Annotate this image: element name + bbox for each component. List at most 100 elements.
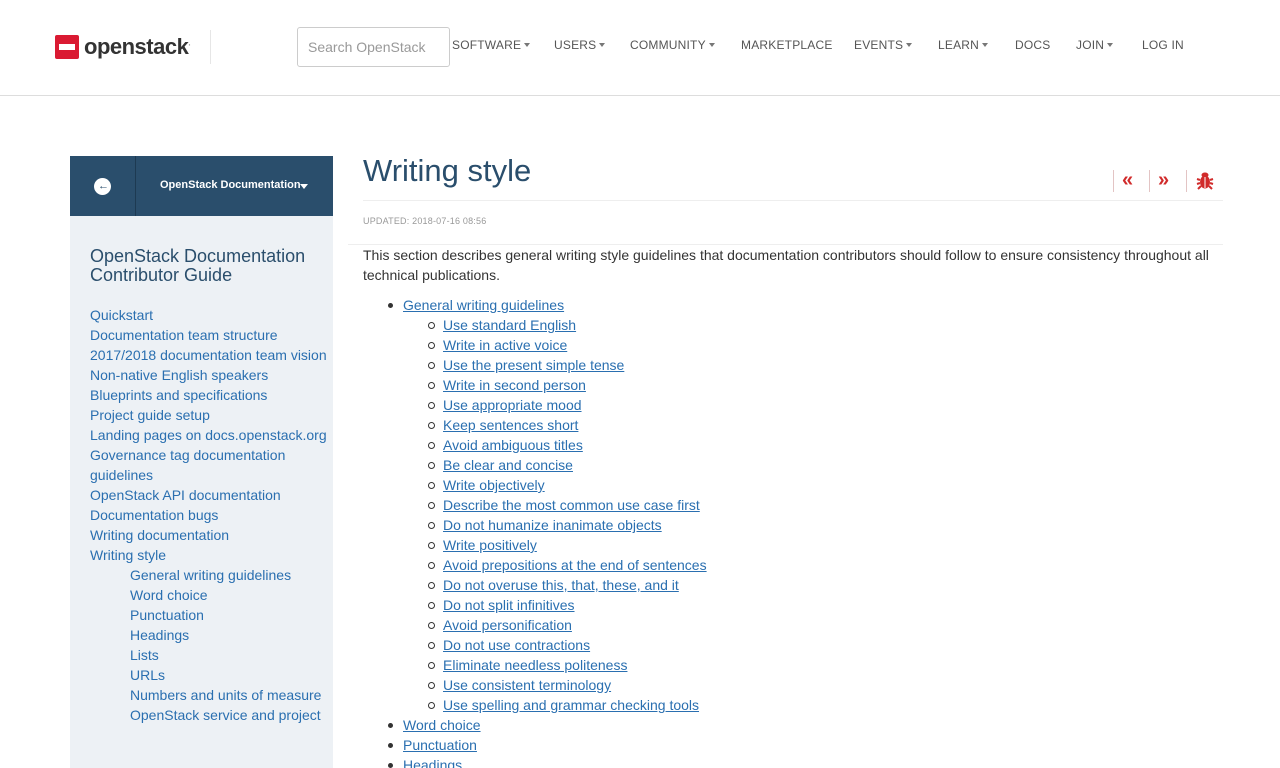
sidebar-item-non-native-speakers[interactable]: Non-native English speakers: [90, 365, 330, 385]
caret-down-icon: [708, 43, 715, 47]
nav-marketplace[interactable]: MARKETPLACE: [741, 38, 833, 52]
logo-text: openstack.: [84, 34, 191, 59]
sidebar-item-governance-tag[interactable]: Governance tag documentation guidelines: [90, 445, 330, 485]
toc-link[interactable]: Write positively: [443, 537, 537, 553]
nav-learn[interactable]: LEARN: [938, 38, 989, 52]
list-item: Use the present simple tense: [363, 355, 1223, 375]
back-button[interactable]: ←: [70, 156, 136, 216]
caret-down-icon: [906, 43, 913, 47]
toc-link[interactable]: Use spelling and grammar checking tools: [443, 697, 699, 713]
toc-link[interactable]: Write in active voice: [443, 337, 567, 353]
toc-link[interactable]: Describe the most common use case first: [443, 497, 700, 513]
toc-link[interactable]: Use standard English: [443, 317, 576, 333]
toc-link[interactable]: Eliminate needless politeness: [443, 657, 627, 673]
nav-events[interactable]: EVENTS: [854, 38, 913, 52]
sidebar-item-landing-pages[interactable]: Landing pages on docs.openstack.org: [90, 425, 330, 445]
nav-community[interactable]: COMMUNITY: [630, 38, 715, 52]
toc-link[interactable]: Word choice: [403, 717, 481, 733]
list-item: Do not use contractions: [363, 635, 1223, 655]
caret-down-icon[interactable]: [300, 184, 308, 189]
list-item: Do not humanize inanimate objects: [363, 515, 1223, 535]
list-item: Write in active voice: [363, 335, 1223, 355]
nav-users[interactable]: USERS: [554, 38, 606, 52]
toc-link[interactable]: Avoid ambiguous titles: [443, 437, 583, 453]
intro-paragraph: This section describes general writing s…: [363, 247, 1209, 283]
toc-link[interactable]: Do not split infinitives: [443, 597, 575, 613]
sidebar-subitem-headings[interactable]: Headings: [90, 625, 330, 645]
logo-divider: [210, 30, 211, 64]
toc-link[interactable]: Headings: [403, 757, 462, 768]
sidebar-subitem-lists[interactable]: Lists: [90, 645, 330, 665]
bug-icon[interactable]: [1196, 170, 1214, 194]
list-item: Use spelling and grammar checking tools: [363, 695, 1223, 715]
page-title: Writing style: [363, 153, 532, 188]
list-item: Use appropriate mood: [363, 395, 1223, 415]
list-item: Write objectively: [363, 475, 1223, 495]
list-item: Use standard English: [363, 315, 1223, 335]
table-of-contents: General writing guidelines Use standard …: [363, 295, 1223, 768]
sidebar-subitem-word-choice[interactable]: Word choice: [90, 585, 330, 605]
toc-link[interactable]: Do not use contractions: [443, 637, 590, 653]
toc-link[interactable]: General writing guidelines: [403, 297, 564, 313]
sidebar-item-project-guide-setup[interactable]: Project guide setup: [90, 405, 330, 425]
title-divider: [363, 200, 1223, 201]
sidebar: ← OpenStack Documentation OpenStack Docu…: [70, 156, 333, 768]
sidebar-item-api-documentation[interactable]: OpenStack API documentation: [90, 485, 330, 505]
list-item: Use consistent terminology: [363, 675, 1223, 695]
list-item: Do not split infinitives: [363, 595, 1223, 615]
sidebar-item-quickstart[interactable]: Quickstart: [90, 305, 330, 325]
list-item: Eliminate needless politeness: [363, 655, 1223, 675]
list-item: Punctuation: [363, 735, 1223, 755]
toc-link[interactable]: Do not humanize inanimate objects: [443, 517, 662, 533]
sidebar-subitem-service-project[interactable]: OpenStack service and project: [90, 705, 330, 725]
nav-docs[interactable]: DOCS: [1015, 38, 1050, 52]
search-input[interactable]: [297, 27, 450, 67]
sidebar-subitem-punctuation[interactable]: Punctuation: [90, 605, 330, 625]
sidebar-subitem-general-guidelines[interactable]: General writing guidelines: [90, 565, 330, 585]
toc-link[interactable]: Write objectively: [443, 477, 545, 493]
toc-link[interactable]: Use appropriate mood: [443, 397, 582, 413]
toc-link[interactable]: Keep sentences short: [443, 417, 578, 433]
docs-dropdown[interactable]: OpenStack Documentation: [160, 179, 301, 191]
toc-link[interactable]: Punctuation: [403, 737, 477, 753]
double-chevron-left-icon[interactable]: «: [1122, 170, 1133, 190]
sidebar-item-team-structure[interactable]: Documentation team structure: [90, 325, 330, 345]
list-item: Word choice: [363, 715, 1223, 735]
top-navbar: openstack. SOFTWARE USERS COMMUNITY MARK…: [0, 0, 1280, 96]
double-chevron-right-icon[interactable]: »: [1158, 170, 1169, 190]
toc-link[interactable]: Use the present simple tense: [443, 357, 624, 373]
toc-link[interactable]: Do not overuse this, that, these, and it: [443, 577, 679, 593]
caret-down-icon: [982, 43, 989, 47]
list-item: Keep sentences short: [363, 415, 1223, 435]
list-item: Write positively: [363, 535, 1223, 555]
caret-down-icon: [1107, 43, 1114, 47]
nav-login[interactable]: LOG IN: [1142, 38, 1184, 52]
sidebar-item-writing-documentation[interactable]: Writing documentation: [90, 525, 330, 545]
list-item: Avoid ambiguous titles: [363, 435, 1223, 455]
caret-down-icon: [599, 43, 606, 47]
list-item: Avoid prepositions at the end of sentenc…: [363, 555, 1223, 575]
toc-link[interactable]: Avoid personification: [443, 617, 572, 633]
toc-link[interactable]: Be clear and concise: [443, 457, 573, 473]
sidebar-item-writing-style[interactable]: Writing style: [90, 545, 330, 565]
sidebar-nav: Quickstart Documentation team structure …: [90, 305, 330, 725]
list-item: General writing guidelines: [363, 295, 1223, 315]
toc-link[interactable]: Write in second person: [443, 377, 586, 393]
sidebar-subitem-urls[interactable]: URLs: [90, 665, 330, 685]
nav-software[interactable]: SOFTWARE: [452, 38, 531, 52]
toc-link[interactable]: Use consistent terminology: [443, 677, 611, 693]
sidebar-subitem-numbers-units[interactable]: Numbers and units of measure: [90, 685, 330, 705]
nav-join[interactable]: JOIN: [1076, 38, 1114, 52]
sidebar-item-documentation-bugs[interactable]: Documentation bugs: [90, 505, 330, 525]
list-item: Avoid personification: [363, 615, 1223, 635]
openstack-logo[interactable]: openstack.: [55, 34, 190, 60]
guide-title[interactable]: OpenStack Documentation Contributor Guid…: [90, 247, 320, 285]
openstack-logo-icon: [55, 35, 79, 59]
list-item: Do not overuse this, that, these, and it: [363, 575, 1223, 595]
sidebar-item-blueprints[interactable]: Blueprints and specifications: [90, 385, 330, 405]
updated-timestamp: UPDATED: 2018-07-16 08:56: [363, 216, 487, 226]
sidebar-item-team-vision[interactable]: 2017/2018 documentation team vision: [90, 345, 330, 365]
list-item: Headings: [363, 755, 1223, 768]
caret-down-icon: [524, 43, 531, 47]
toc-link[interactable]: Avoid prepositions at the end of sentenc…: [443, 557, 707, 573]
